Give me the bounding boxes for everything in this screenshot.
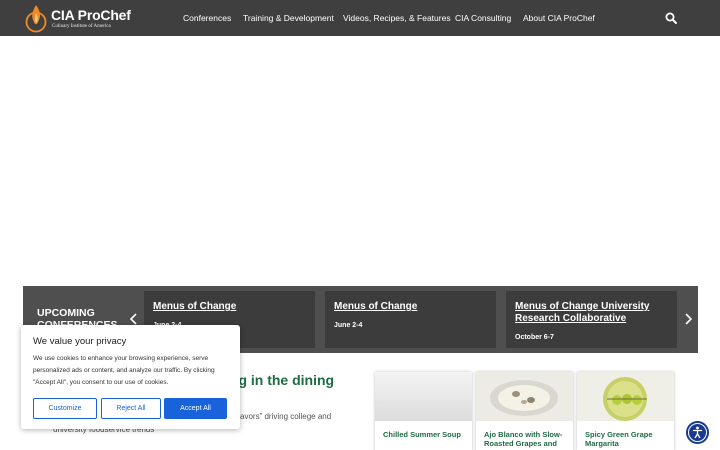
nav-videos-recipes-features[interactable]: Videos, Recipes, & Features [343, 0, 451, 36]
article-text: avors” driving college and [240, 412, 332, 421]
search-icon[interactable] [665, 12, 677, 24]
conference-card[interactable]: Menus of Change June 2-4 [325, 291, 496, 348]
chevron-right-icon[interactable] [683, 313, 693, 325]
logo-title: CIA ProChef [51, 7, 131, 23]
recipe-title[interactable]: Ajo Blanco with Slow-Roasted Grapes and [484, 430, 570, 448]
flame-logo-icon [25, 5, 47, 33]
accessibility-icon [689, 424, 706, 441]
conference-card-title[interactable]: Menus of Change [334, 301, 489, 313]
recipe-image [577, 372, 674, 421]
conference-card-date: October 6-7 [515, 334, 554, 341]
customize-button[interactable]: Customize [33, 398, 97, 419]
accessibility-button[interactable] [686, 421, 709, 444]
cookie-text: We use cookies to enhance your browsing … [33, 355, 215, 386]
cookie-title: We value your privacy [33, 336, 127, 347]
accept-all-button[interactable]: Accept All [164, 398, 227, 419]
recipe-image [375, 372, 472, 421]
site-header: CIA ProChef Culinary Institute of Americ… [0, 0, 720, 36]
recipe-card[interactable]: Ajo Blanco with Slow-Roasted Grapes and [476, 372, 573, 450]
nav-conferences[interactable]: Conferences [183, 0, 231, 36]
conference-card-date: June 2-4 [334, 322, 363, 329]
logo-subtitle: Culinary Institute of America [52, 24, 111, 29]
conference-card[interactable]: Menus of Change University Research Coll… [506, 291, 677, 348]
conference-card-title[interactable]: Menus of Change University Research Coll… [515, 301, 665, 325]
chevron-left-icon[interactable] [129, 313, 139, 325]
site-logo[interactable]: CIA ProChef Culinary Institute of Americ… [25, 3, 145, 33]
recipe-card[interactable]: Chilled Summer Soup [375, 372, 472, 450]
cookie-consent-dialog: We value your privacy We use cookies to … [21, 325, 240, 429]
recipe-image [476, 372, 573, 421]
nav-training-development[interactable]: Training & Development [243, 0, 334, 36]
nav-cia-consulting[interactable]: CIA Consulting [455, 0, 511, 36]
recipe-card[interactable]: Spicy Green Grape Margarita [577, 372, 674, 450]
reject-all-button[interactable]: Reject All [101, 398, 161, 419]
article-headline[interactable]: ing in the dining [226, 372, 334, 388]
nav-about-cia-prochef[interactable]: About CIA ProChef [523, 0, 595, 36]
conference-card-title[interactable]: Menus of Change [153, 301, 308, 313]
recipe-title[interactable]: Spicy Green Grape Margarita [585, 430, 671, 448]
recipe-title[interactable]: Chilled Summer Soup [383, 430, 469, 439]
page: CIA ProChef Culinary Institute of Americ… [0, 0, 720, 450]
